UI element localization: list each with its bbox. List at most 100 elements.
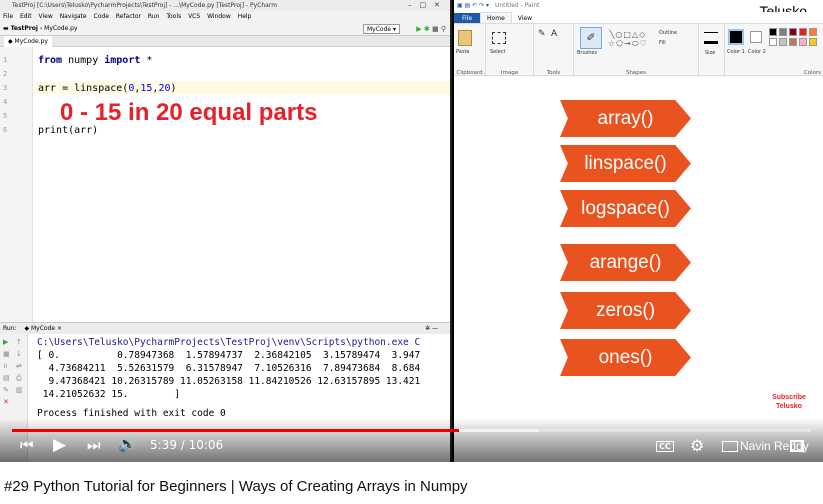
palette-swatch[interactable] <box>769 38 777 46</box>
shape-logspace: logspace() <box>560 190 691 227</box>
previous-icon[interactable]: ⏮ <box>20 436 34 454</box>
select-icon[interactable] <box>492 32 506 44</box>
run-icon[interactable]: ▶ <box>416 25 421 33</box>
paste-button[interactable]: Paste <box>456 49 470 55</box>
menu-vcs[interactable]: VCS <box>188 13 200 20</box>
wrap-icon[interactable]: ⇌ <box>16 362 22 370</box>
line-number: 6 <box>3 126 8 134</box>
annotation-text: 0 - 15 in 20 equal parts <box>60 99 318 126</box>
menu-edit[interactable]: Edit <box>20 13 32 20</box>
menu-file[interactable]: File <box>3 13 13 20</box>
palette-swatch[interactable] <box>769 28 777 36</box>
folder-icon: ▬ <box>3 25 9 32</box>
size-icon[interactable] <box>704 32 718 44</box>
palette-swatch[interactable] <box>809 28 817 36</box>
progress-bar[interactable] <box>12 429 811 432</box>
run-tab[interactable]: ◆ MyCode × <box>24 325 62 332</box>
volume-icon[interactable]: 🔊 <box>118 435 137 453</box>
paint-window: ▣ ▤ ↶ ↷ ▾ Untitled - Paint Telusko File H… <box>454 0 823 462</box>
tab-mycode[interactable]: ◆ MyCode.py <box>4 36 52 47</box>
rerun-icon[interactable]: ▶ <box>3 338 8 346</box>
menu-refactor[interactable]: Refactor <box>116 13 141 20</box>
pin-icon[interactable]: ✎ <box>3 386 9 394</box>
brush-icon[interactable]: ✐ <box>580 27 602 49</box>
color1-button[interactable]: Color 1 <box>727 49 745 55</box>
menu-navigate[interactable]: Navigate <box>60 13 87 20</box>
pencil-icon[interactable]: ✎ <box>538 29 546 39</box>
menu-help[interactable]: Help <box>238 13 252 20</box>
quick-access-icons[interactable]: ▣ ▤ ↶ ↷ ▾ <box>457 2 489 9</box>
console-line: 4.73684211 5.52631579 6.31578947 7.10526… <box>37 363 421 374</box>
gear-icon[interactable]: ✲ — <box>425 323 438 334</box>
group-clipboard: Paste Clipboard <box>454 24 486 77</box>
settings-icon[interactable]: ⚙ <box>690 436 704 455</box>
captions-icon[interactable]: CC <box>656 441 674 452</box>
stop-icon[interactable]: ■ <box>432 25 439 33</box>
video-player[interactable]: TestProj [C:\Users\Telusko\PycharmProjec… <box>0 0 823 462</box>
breadcrumb-file[interactable]: MyCode.py <box>44 25 77 32</box>
code-line-1: from numpy import * <box>38 55 153 66</box>
next-icon[interactable]: ⏭ <box>87 436 101 454</box>
palette-swatch[interactable] <box>799 28 807 36</box>
select-button[interactable]: Select <box>490 49 505 55</box>
miniplayer-icon[interactable] <box>722 441 738 452</box>
close-icon[interactable]: ✕ <box>3 398 9 406</box>
menu-run[interactable]: Run <box>148 13 160 20</box>
menu-code[interactable]: Code <box>94 13 109 20</box>
fill-button[interactable]: Fill <box>659 40 666 46</box>
color2-swatch[interactable] <box>750 31 762 43</box>
paint-ribbon-tabs: File Home View <box>454 12 823 24</box>
palette-swatch[interactable] <box>779 38 787 46</box>
color1-swatch[interactable] <box>728 29 744 45</box>
run-config-select[interactable]: MyCode ▾ <box>362 24 400 34</box>
palette-swatch[interactable] <box>809 38 817 46</box>
fullscreen-icon[interactable] <box>790 440 804 452</box>
subscribe-watermark[interactable]: Subscribe Telusko <box>768 393 810 411</box>
menu-window[interactable]: Window <box>207 13 231 20</box>
color2-button[interactable]: Color 2 <box>748 49 766 55</box>
down-icon[interactable]: ↓ <box>16 350 22 358</box>
search-icon[interactable]: ⚲ <box>441 25 446 33</box>
line-number: 5 <box>3 112 8 120</box>
stop-icon[interactable]: ■ <box>3 350 10 358</box>
clipboard-icon[interactable] <box>458 30 472 46</box>
palette-swatch[interactable] <box>779 28 787 36</box>
outline-button[interactable]: Outline <box>659 30 677 36</box>
player-controls: ⏮ ▶ ⏭ 🔊 5:39 / 10:06 CC ⚙ Navin Reddy <box>0 418 823 462</box>
size-button[interactable]: Size <box>705 50 715 56</box>
play-icon[interactable]: ▶ <box>53 435 66 455</box>
group-tools: ✎ A Tools <box>534 24 574 77</box>
code-editor[interactable]: 1 2 3 4 5 6 from numpy import * arr = li… <box>0 47 450 322</box>
pycharm-window: TestProj [C:\Users\Telusko\PycharmProjec… <box>0 0 452 462</box>
brushes-button[interactable]: Brushes <box>577 50 597 56</box>
group-label: Shapes <box>625 70 647 76</box>
up-icon[interactable]: ↑ <box>16 338 22 346</box>
pause-icon[interactable]: ॥ <box>3 362 7 370</box>
paint-ribbon: Paste Clipboard Select Image ✎ A Tools ✐… <box>454 23 823 77</box>
run-label: Run: <box>3 325 17 332</box>
print-icon[interactable]: ⎙ <box>16 374 22 382</box>
shape-array: array() <box>560 100 691 137</box>
palette-swatch[interactable] <box>789 28 797 36</box>
editor-tabs: ◆ MyCode.py <box>0 36 450 47</box>
python-icon: ◆ <box>24 325 30 332</box>
line-number: 1 <box>3 56 8 64</box>
group-label: Clipboard <box>456 70 483 76</box>
console-output: C:\Users\Telusko\PycharmProjects\TestPro… <box>37 336 420 420</box>
shape-ones: ones() <box>560 339 691 376</box>
console-line: [ 0. 0.78947368 1.57894737 2.36842105 3.… <box>37 350 421 361</box>
debug-icon[interactable]: ✱ <box>424 25 430 33</box>
layout-icon[interactable]: ▤ <box>3 374 10 382</box>
menu-view[interactable]: View <box>39 13 53 20</box>
text-icon[interactable]: A <box>551 29 557 39</box>
group-shapes: ✐ Brushes ╲○□△◇ ☆⬠→⬭♡ Outline Fill Shapes <box>574 24 699 77</box>
python-file-icon: ◆ <box>8 38 13 45</box>
breadcrumb-project[interactable]: TestProj <box>11 25 38 32</box>
trash-icon[interactable]: ▥ <box>16 386 23 394</box>
shapes-gallery[interactable]: ╲○□△◇ ☆⬠→⬭♡ <box>608 30 648 49</box>
palette-swatch[interactable] <box>789 38 797 46</box>
menu-tools[interactable]: Tools <box>166 13 181 20</box>
window-controls[interactable]: –□✕ <box>408 0 448 11</box>
palette-swatch[interactable] <box>799 38 807 46</box>
group-label: Colors <box>803 70 821 76</box>
